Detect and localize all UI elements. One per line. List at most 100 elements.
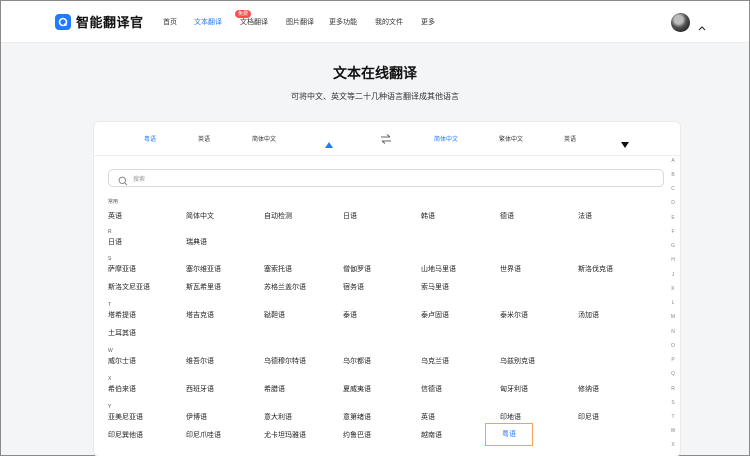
- lang-option[interactable]: 塔吉克语: [186, 310, 214, 320]
- alpha-index-item[interactable]: T: [669, 414, 677, 420]
- lang-option[interactable]: 维吾尔语: [186, 356, 214, 366]
- lang-option[interactable]: 意大利语: [264, 412, 292, 422]
- lang-option[interactable]: 乌克兰语: [421, 356, 449, 366]
- language-search-input[interactable]: 搜索: [108, 169, 664, 187]
- lang-option[interactable]: 宿务语: [343, 282, 364, 292]
- lang-option[interactable]: 印尼语: [578, 412, 599, 422]
- lang-option[interactable]: 德语: [500, 211, 514, 221]
- source-lang-tab-3[interactable]: 简体中文: [252, 134, 276, 143]
- lang-option[interactable]: 尤卡坦玛雅语: [264, 430, 306, 440]
- lang-option[interactable]: 瑞典语: [186, 237, 207, 247]
- lang-option[interactable]: 西班牙语: [186, 384, 214, 394]
- lang-option[interactable]: 约鲁巴语: [343, 430, 371, 440]
- lang-option[interactable]: 苏格兰盖尔语: [264, 282, 306, 292]
- source-lang-tab-1[interactable]: 粤语: [144, 134, 156, 143]
- group-header-t: T: [108, 302, 112, 308]
- nav-more[interactable]: 更多: [421, 17, 435, 27]
- nav-image-translate[interactable]: 图片翻译: [286, 17, 314, 27]
- alpha-index-item[interactable]: M: [669, 314, 677, 320]
- target-lang-tab-1[interactable]: 简体中文: [434, 134, 458, 143]
- alpha-index-item[interactable]: O: [669, 343, 677, 349]
- target-lang-tab-2[interactable]: 繁体中文: [499, 134, 523, 143]
- lang-option[interactable]: 印尼巽他语: [108, 430, 143, 440]
- group-header-s: S: [108, 256, 112, 262]
- alpha-index-item[interactable]: L: [669, 300, 677, 306]
- lang-option[interactable]: 英语: [421, 412, 435, 422]
- lang-option[interactable]: 信德语: [421, 384, 442, 394]
- lang-option[interactable]: 泰语: [343, 310, 357, 320]
- alpha-index-item[interactable]: F: [669, 229, 677, 235]
- lang-option[interactable]: 萨摩亚语: [108, 264, 136, 274]
- collapse-source-icon[interactable]: [325, 135, 333, 153]
- lang-option[interactable]: 斯洛文尼亚语: [108, 282, 150, 292]
- lang-option[interactable]: 自动检测: [264, 211, 292, 221]
- lang-option[interactable]: 山地马里语: [421, 264, 456, 274]
- lang-option[interactable]: 希伯来语: [108, 384, 136, 394]
- expand-target-icon[interactable]: [621, 135, 629, 153]
- lang-option[interactable]: 日语: [108, 237, 122, 247]
- lang-option[interactable]: 英语: [108, 211, 122, 221]
- lang-option[interactable]: 僧伽罗语: [343, 264, 371, 274]
- lang-option[interactable]: 匈牙利语: [500, 384, 528, 394]
- lang-option[interactable]: 土耳其语: [108, 328, 136, 338]
- lang-option[interactable]: 斯瓦希里语: [186, 282, 221, 292]
- lang-option[interactable]: 韩语: [421, 211, 435, 221]
- lang-option[interactable]: 亚美尼亚语: [108, 412, 143, 422]
- alpha-index-item[interactable]: J: [669, 272, 677, 278]
- alpha-index-item[interactable]: H: [669, 257, 677, 263]
- language-picker-card: 粤语 英语 简体中文 简体中文 繁体中文 英语 搜索 常用 英语 简体中文 自动…: [93, 121, 681, 456]
- lang-option[interactable]: 伊博语: [186, 412, 207, 422]
- nav-my-files[interactable]: 我的文件: [375, 17, 403, 27]
- lang-option[interactable]: 泰米尔语: [500, 310, 528, 320]
- lang-option[interactable]: 修纳语: [578, 384, 599, 394]
- lang-option[interactable]: 法语: [578, 211, 592, 221]
- alpha-index-item[interactable]: D: [669, 200, 677, 206]
- chevron-up-icon[interactable]: [698, 18, 706, 36]
- lang-option[interactable]: 汤加语: [578, 310, 599, 320]
- lang-option-selected[interactable]: 粤语: [485, 423, 533, 446]
- alpha-index-item[interactable]: A: [669, 158, 677, 164]
- avatar[interactable]: [671, 13, 690, 32]
- swap-languages-icon[interactable]: [380, 132, 392, 150]
- nav-text-translate[interactable]: 文本翻译: [194, 17, 222, 27]
- lang-option[interactable]: 夏威夷语: [343, 384, 371, 394]
- lang-option[interactable]: 乌兹别克语: [500, 356, 535, 366]
- target-lang-tab-3[interactable]: 英语: [564, 134, 576, 143]
- lang-option[interactable]: 日语: [343, 211, 357, 221]
- alpha-index-item[interactable]: E: [669, 215, 677, 221]
- nav-document-translate[interactable]: 文档翻译: [240, 17, 268, 27]
- lang-option[interactable]: 简体中文: [186, 211, 214, 221]
- lang-option[interactable]: 乌尔都语: [343, 356, 371, 366]
- alpha-index-item[interactable]: K: [669, 286, 677, 292]
- alpha-index-item[interactable]: R: [669, 386, 677, 392]
- lang-option[interactable]: 泰卢固语: [421, 310, 449, 320]
- nav-home[interactable]: 首页: [163, 17, 177, 27]
- alpha-index-item[interactable]: X: [669, 442, 677, 448]
- lang-option[interactable]: 塞尔维亚语: [186, 264, 221, 274]
- lang-option[interactable]: 意第绪语: [343, 412, 371, 422]
- lang-option[interactable]: 希腊语: [264, 384, 285, 394]
- source-lang-tab-2[interactable]: 英语: [198, 134, 210, 143]
- lang-option[interactable]: 塞索托语: [264, 264, 292, 274]
- alpha-index-item[interactable]: Q: [669, 371, 677, 377]
- lang-option[interactable]: 乌德穆尔特语: [264, 356, 306, 366]
- alpha-index-item[interactable]: S: [669, 400, 677, 406]
- lang-option[interactable]: 越南语: [421, 430, 442, 440]
- alpha-index-item[interactable]: W: [669, 428, 677, 434]
- alpha-index-item[interactable]: N: [669, 329, 677, 335]
- lang-option[interactable]: 印地语: [500, 412, 521, 422]
- lang-option[interactable]: 威尔士语: [108, 356, 136, 366]
- brand-logo[interactable]: 智能翻译官: [55, 12, 144, 31]
- lang-option[interactable]: 塔希提语: [108, 310, 136, 320]
- top-navigation-bar: 智能翻译官 首页 文本翻译 文档翻译 图片翻译 更多功能 我的文件 更多 免费: [1, 1, 749, 43]
- lang-option[interactable]: 斯洛伐克语: [578, 264, 613, 274]
- alpha-index-item[interactable]: C: [669, 186, 677, 192]
- alpha-index-item[interactable]: G: [669, 243, 677, 249]
- lang-option[interactable]: 索马里语: [421, 282, 449, 292]
- lang-option[interactable]: 印尼爪哇语: [186, 430, 221, 440]
- lang-option[interactable]: 鞑靼语: [264, 310, 285, 320]
- alpha-index-item[interactable]: P: [669, 357, 677, 363]
- nav-more-features[interactable]: 更多功能: [329, 17, 357, 27]
- alpha-index-item[interactable]: B: [669, 172, 677, 178]
- lang-option[interactable]: 世界语: [500, 264, 521, 274]
